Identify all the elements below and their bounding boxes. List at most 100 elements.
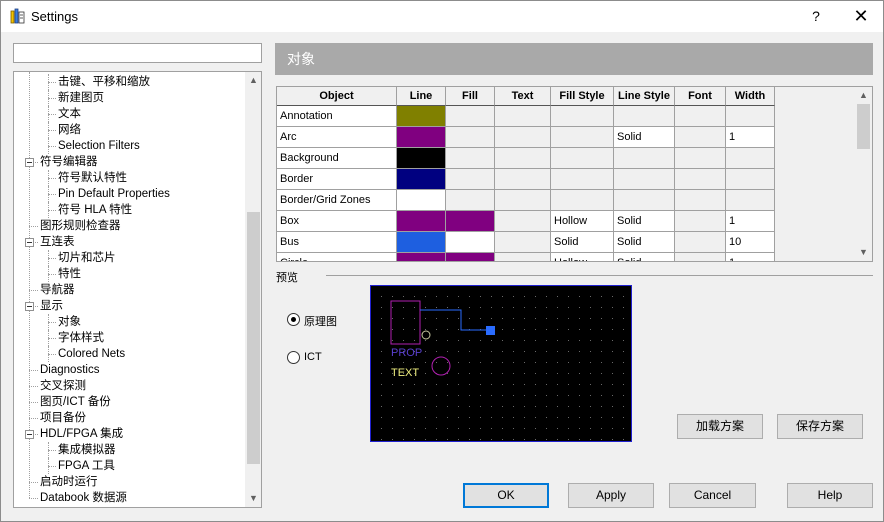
save-scheme-button[interactable]: 保存方案 — [777, 414, 863, 439]
object-name-cell[interactable]: Circle — [277, 253, 397, 261]
object-grid[interactable]: ▲ ▼ Object Line Fill Text Fill Style Line Sty… — [276, 86, 873, 262]
grid-cell[interactable]: Solid — [614, 127, 675, 148]
column-header[interactable]: Width — [726, 87, 775, 106]
help-icon[interactable]: ? — [804, 5, 828, 27]
tree-item[interactable]: Pin Default Properties — [58, 186, 170, 202]
grid-cell[interactable] — [675, 106, 726, 127]
column-header[interactable]: Text — [495, 87, 551, 106]
tree-item[interactable]: 集成模拟器 — [58, 442, 116, 458]
tree-item[interactable]: 字体样式 — [58, 330, 104, 346]
grid-cell[interactable] — [495, 106, 551, 127]
grid-cell[interactable] — [726, 106, 775, 127]
fill-color-cell[interactable] — [446, 169, 495, 190]
line-color-cell[interactable] — [397, 211, 446, 232]
help-button[interactable]: Help — [787, 483, 873, 508]
apply-button[interactable]: Apply — [568, 483, 654, 508]
grid-cell[interactable]: Solid — [551, 232, 614, 253]
collapse-icon[interactable] — [25, 302, 34, 311]
radio-schematic-label[interactable]: 原理图 — [304, 313, 337, 329]
object-name-cell[interactable]: Arc — [277, 127, 397, 148]
scroll-down-icon[interactable]: ▼ — [245, 490, 261, 507]
load-scheme-button[interactable]: 加载方案 — [677, 414, 763, 439]
scroll-up-icon[interactable]: ▲ — [855, 87, 872, 104]
line-color-cell[interactable] — [397, 190, 446, 211]
tree-item[interactable]: 网络 — [58, 122, 81, 138]
collapse-icon[interactable] — [25, 238, 34, 247]
tree-item[interactable]: 图形规则检查器 — [40, 218, 121, 234]
grid-cell[interactable] — [675, 190, 726, 211]
grid-cell[interactable]: Solid — [614, 211, 675, 232]
grid-cell[interactable] — [675, 169, 726, 190]
tree-item[interactable]: 启动时运行 — [40, 474, 98, 490]
grid-cell[interactable] — [551, 190, 614, 211]
column-header[interactable]: Font — [675, 87, 726, 106]
tree-item[interactable]: 符号默认特性 — [58, 170, 127, 186]
fill-color-cell[interactable] — [446, 106, 495, 127]
tree-item[interactable]: 项目备份 — [40, 410, 86, 426]
grid-cell[interactable] — [495, 148, 551, 169]
grid-cell[interactable]: 1 — [726, 127, 775, 148]
grid-cell[interactable] — [675, 127, 726, 148]
tree-item[interactable]: 导航器 — [40, 282, 75, 298]
scroll-up-icon[interactable]: ▲ — [245, 72, 261, 89]
radio-ict-label[interactable]: ICT — [304, 351, 322, 363]
fill-color-cell[interactable] — [446, 211, 495, 232]
grid-cell[interactable] — [614, 106, 675, 127]
grid-cell[interactable] — [675, 211, 726, 232]
grid-cell[interactable] — [614, 169, 675, 190]
fill-color-cell[interactable] — [446, 148, 495, 169]
object-name-cell[interactable]: Border/Grid Zones — [277, 190, 397, 211]
tree-item[interactable]: Databook 数据源 — [40, 490, 127, 506]
tree-scrollbar[interactable]: ▲ ▼ — [245, 72, 261, 507]
column-header[interactable]: Fill Style — [551, 87, 614, 106]
object-name-cell[interactable]: Background — [277, 148, 397, 169]
grid-cell[interactable]: 1 — [726, 253, 775, 261]
grid-cell[interactable] — [726, 169, 775, 190]
grid-cell[interactable] — [495, 190, 551, 211]
grid-cell[interactable] — [551, 169, 614, 190]
object-name-cell[interactable]: Annotation — [277, 106, 397, 127]
tree-item[interactable]: 特性 — [58, 266, 81, 282]
column-header[interactable]: Line Style — [614, 87, 675, 106]
grid-cell[interactable] — [495, 169, 551, 190]
grid-cell[interactable] — [495, 253, 551, 261]
close-icon[interactable]: ✕ — [847, 5, 875, 27]
fill-color-cell[interactable] — [446, 232, 495, 253]
object-name-cell[interactable]: Box — [277, 211, 397, 232]
grid-cell[interactable] — [675, 148, 726, 169]
tree-item[interactable]: 新建图页 — [58, 90, 104, 106]
tree-item[interactable]: Diagnostics — [40, 362, 99, 378]
tree-item[interactable]: 符号编辑器 — [40, 154, 98, 170]
collapse-icon[interactable] — [25, 158, 34, 167]
collapse-icon[interactable] — [25, 430, 34, 439]
grid-cell[interactable] — [551, 127, 614, 148]
object-name-cell[interactable]: Border — [277, 169, 397, 190]
tree-item[interactable]: Selection Filters — [58, 138, 140, 154]
tree-item[interactable]: 文本 — [58, 106, 81, 122]
line-color-cell[interactable] — [397, 148, 446, 169]
tree-item[interactable]: 符号 HLA 特性 — [58, 202, 132, 218]
grid-cell[interactable]: 10 — [726, 232, 775, 253]
scroll-thumb[interactable] — [857, 104, 870, 149]
grid-cell[interactable] — [614, 190, 675, 211]
tree-item[interactable]: HDL/FPGA 集成 — [40, 426, 123, 442]
grid-cell[interactable]: Solid — [614, 253, 675, 261]
radio-schematic[interactable] — [287, 313, 300, 326]
radio-ict[interactable] — [287, 351, 300, 364]
grid-cell[interactable] — [726, 148, 775, 169]
grid-cell[interactable] — [675, 253, 726, 261]
grid-cell[interactable] — [551, 148, 614, 169]
column-header[interactable]: Line — [397, 87, 446, 106]
line-color-cell[interactable] — [397, 106, 446, 127]
grid-cell[interactable] — [551, 106, 614, 127]
tree-item[interactable]: FPGA 工具 — [58, 458, 115, 474]
fill-color-cell[interactable] — [446, 190, 495, 211]
cancel-button[interactable]: Cancel — [669, 483, 756, 508]
tree-item[interactable]: Colored Nets — [58, 346, 125, 362]
grid-scrollbar[interactable]: ▲ ▼ — [855, 87, 872, 261]
grid-cell[interactable] — [495, 127, 551, 148]
tree-item[interactable]: 图页/ICT 备份 — [40, 394, 111, 410]
grid-cell[interactable]: 1 — [726, 211, 775, 232]
column-header[interactable]: Fill — [446, 87, 495, 106]
search-input[interactable] — [13, 43, 262, 63]
